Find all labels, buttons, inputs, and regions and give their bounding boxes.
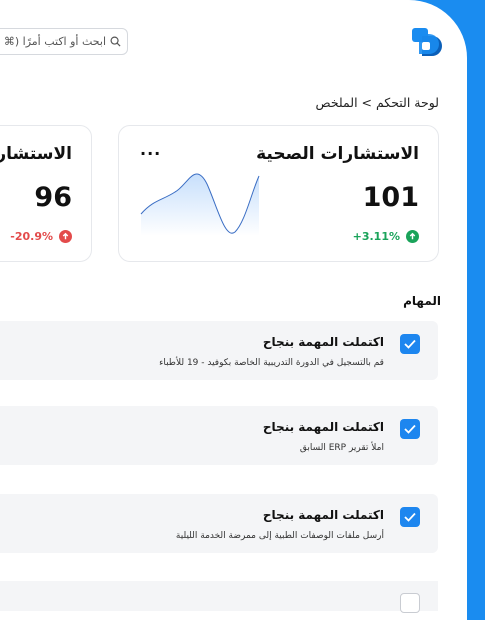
task-item[interactable] bbox=[0, 581, 438, 613]
task-item[interactable]: اكتملت المهمة بنجاح قم بالتسجيل في الدور… bbox=[0, 321, 438, 380]
change-value: -20.9% bbox=[10, 230, 53, 243]
arrow-up-icon bbox=[406, 230, 419, 243]
card-value: 101 bbox=[362, 182, 419, 213]
sparkline bbox=[140, 173, 260, 236]
card-menu-button[interactable]: ... bbox=[140, 140, 161, 159]
search-input[interactable]: ابحث أو اكتب أمرًا (⌘ bbox=[0, 28, 128, 55]
tasks-section-title: المهام bbox=[403, 294, 441, 308]
task-title: اكتملت المهمة بنجاح bbox=[262, 420, 384, 434]
task-description: قم بالتسجيل في الدورة التدريبية الخاصة ب… bbox=[159, 358, 384, 368]
breadcrumb[interactable]: لوحة التحكم > الملخص bbox=[316, 95, 439, 110]
card-title: الاستشارات الصحية bbox=[256, 144, 419, 164]
task-checkbox[interactable] bbox=[400, 593, 420, 613]
task-checkbox[interactable] bbox=[400, 334, 420, 354]
task-item[interactable]: اكتملت المهمة بنجاح املأ تقرير ERP الساب… bbox=[0, 406, 438, 465]
card-value: 96 bbox=[34, 182, 72, 213]
card-change: -20.9% bbox=[10, 230, 72, 243]
card-title: الاستشارات bbox=[0, 144, 72, 164]
task-title: اكتملت المهمة بنجاح bbox=[262, 335, 384, 349]
arrow-up-icon bbox=[59, 230, 72, 243]
card-change: +3.11% bbox=[353, 230, 419, 243]
task-checkbox[interactable] bbox=[400, 419, 420, 439]
task-title: اكتملت المهمة بنجاح bbox=[262, 508, 384, 522]
search-placeholder: ابحث أو اكتب أمرًا (⌘ bbox=[3, 35, 106, 48]
stat-card-consultations: الاستشارات 96 -20.9% bbox=[0, 125, 92, 262]
checkmark-icon bbox=[404, 512, 416, 522]
task-description: املأ تقرير ERP السابق bbox=[299, 443, 384, 453]
search-icon bbox=[110, 36, 121, 47]
task-item[interactable]: اكتملت المهمة بنجاح أرسل ملفات الوصفات ا… bbox=[0, 494, 438, 553]
main-panel: ابحث أو اكتب أمرًا (⌘ لوحة التحكم > المل… bbox=[0, 0, 467, 620]
app-logo bbox=[412, 28, 442, 56]
task-checkbox[interactable] bbox=[400, 507, 420, 527]
change-value: +3.11% bbox=[352, 230, 400, 243]
task-description: أرسل ملفات الوصفات الطبية إلى ممرضة الخد… bbox=[175, 531, 384, 541]
checkmark-icon bbox=[404, 424, 416, 434]
stat-card-health-consultations: الاستشارات الصحية ... 101 +3.11% bbox=[118, 125, 439, 262]
checkmark-icon bbox=[404, 339, 416, 349]
